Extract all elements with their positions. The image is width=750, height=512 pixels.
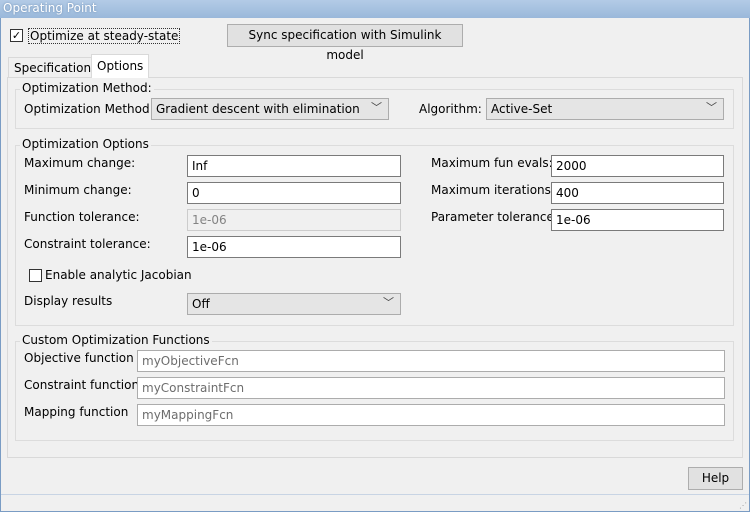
sync-specification-button[interactable]: Sync specification with Simulink model [227,24,463,62]
optimization-options-group-title: Optimization Options [20,137,151,151]
objective-function-label: Objective function [24,351,134,365]
constraint-function-label: Constraint function [24,378,140,392]
algorithm-label: Algorithm: [419,102,482,116]
chevron-down-icon: ﹀ [383,296,394,309]
maximum-fun-evals-label: Maximum fun evals: [431,156,553,170]
mapping-function-input[interactable]: myMappingFcn [137,404,725,426]
resize-grip-icon[interactable]: ⋰ [739,501,747,510]
optimize-steady-state-checkbox[interactable]: ✓ [10,29,23,42]
chevron-down-icon: ﹀ [706,101,717,114]
display-results-label: Display results [24,294,113,308]
constraint-tolerance-label: Constraint tolerance: [24,237,151,251]
status-bar [1,494,749,511]
maximum-change-input[interactable]: Inf [187,155,401,177]
optimize-steady-state-label[interactable]: Optimize at steady-state [28,28,181,44]
objective-function-input[interactable]: myObjectiveFcn [137,350,725,372]
maximum-iterations-input[interactable]: 400 [551,182,724,204]
algorithm-dropdown[interactable]: Active-Set ﹀ [486,98,724,120]
display-results-value: Off [192,297,210,311]
optimization-method-group-title: Optimization Method: [20,81,154,95]
optimization-method-label: Optimization Method: [24,102,154,116]
function-tolerance-label: Function tolerance: [24,210,140,224]
chevron-down-icon: ﹀ [371,101,382,114]
maximum-iterations-label: Maximum iterations: [431,183,555,197]
maximum-change-label: Maximum change: [24,156,136,170]
parameter-tolerance-label: Parameter tolerance: [431,210,558,224]
minimum-change-label: Minimum change: [24,183,132,197]
enable-jacobian-label[interactable]: Enable analytic Jacobian [45,268,192,282]
help-button[interactable]: Help [688,467,743,490]
constraint-function-input[interactable]: myConstraintFcn [137,377,725,399]
enable-jacobian-checkbox[interactable] [29,269,42,282]
optimization-method-value: Gradient descent with elimination [156,102,360,116]
tab-options[interactable]: Options [91,54,150,78]
mapping-function-label: Mapping function [24,405,129,419]
algorithm-value: Active-Set [491,102,553,116]
check-icon: ✓ [11,29,22,42]
parameter-tolerance-input[interactable]: 1e-06 [551,209,724,231]
display-results-dropdown[interactable]: Off ﹀ [187,293,401,315]
maximum-fun-evals-input[interactable]: 2000 [551,155,724,177]
constraint-tolerance-input[interactable]: 1e-06 [187,236,401,258]
function-tolerance-input[interactable]: 1e-06 [187,209,401,231]
optimization-method-dropdown[interactable]: Gradient descent with elimination ﹀ [151,98,389,120]
window-title: Operating Point [0,0,750,18]
tab-specifications[interactable]: Specifications [8,57,104,78]
minimum-change-input[interactable]: 0 [187,182,401,204]
custom-functions-group-title: Custom Optimization Functions [20,333,212,347]
